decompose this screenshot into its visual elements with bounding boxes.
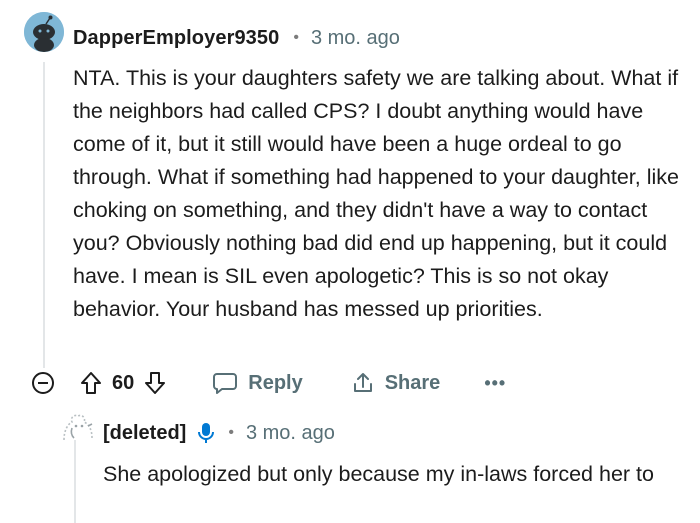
share-label: Share — [384, 371, 441, 394]
comment-bubble-icon — [212, 371, 238, 395]
reply-label: Reply — [248, 371, 303, 394]
meta-separator: • — [293, 29, 299, 46]
comment-body: NTA. This is your daughters safety we ar… — [73, 66, 679, 321]
downvote-icon[interactable] — [144, 371, 166, 395]
reply-timestamp[interactable]: 3 mo. ago — [246, 422, 335, 445]
vote-count: 60 — [112, 371, 135, 394]
reply-meta-separator: • — [228, 424, 234, 441]
comment-timestamp[interactable]: 3 mo. ago — [311, 27, 400, 50]
more-icon[interactable]: ••• — [484, 373, 506, 394]
share-icon — [351, 371, 375, 395]
share-button[interactable]: Share — [351, 371, 441, 395]
comment-actions: 60 Reply Share ••• — [32, 366, 506, 400]
deleted-user-icon — [58, 408, 96, 446]
upvote-icon[interactable] — [80, 371, 102, 395]
reply-header: [deleted] • 3 mo. ago — [103, 420, 335, 446]
comment-header: DapperEmployer9350 • 3 mo. ago — [73, 24, 400, 52]
snoo-avatar-icon[interactable] — [24, 12, 64, 52]
reply-username: [deleted] — [103, 421, 187, 444]
collapse-icon[interactable] — [32, 372, 54, 394]
reply-body: She apologized but only because my in-la… — [103, 462, 654, 486]
thread-line[interactable] — [43, 62, 45, 368]
reply-thread-line[interactable] — [74, 440, 76, 523]
mic-icon — [198, 421, 215, 445]
comment-username[interactable]: DapperEmployer9350 — [73, 27, 279, 50]
reply-button[interactable]: Reply — [212, 371, 303, 395]
